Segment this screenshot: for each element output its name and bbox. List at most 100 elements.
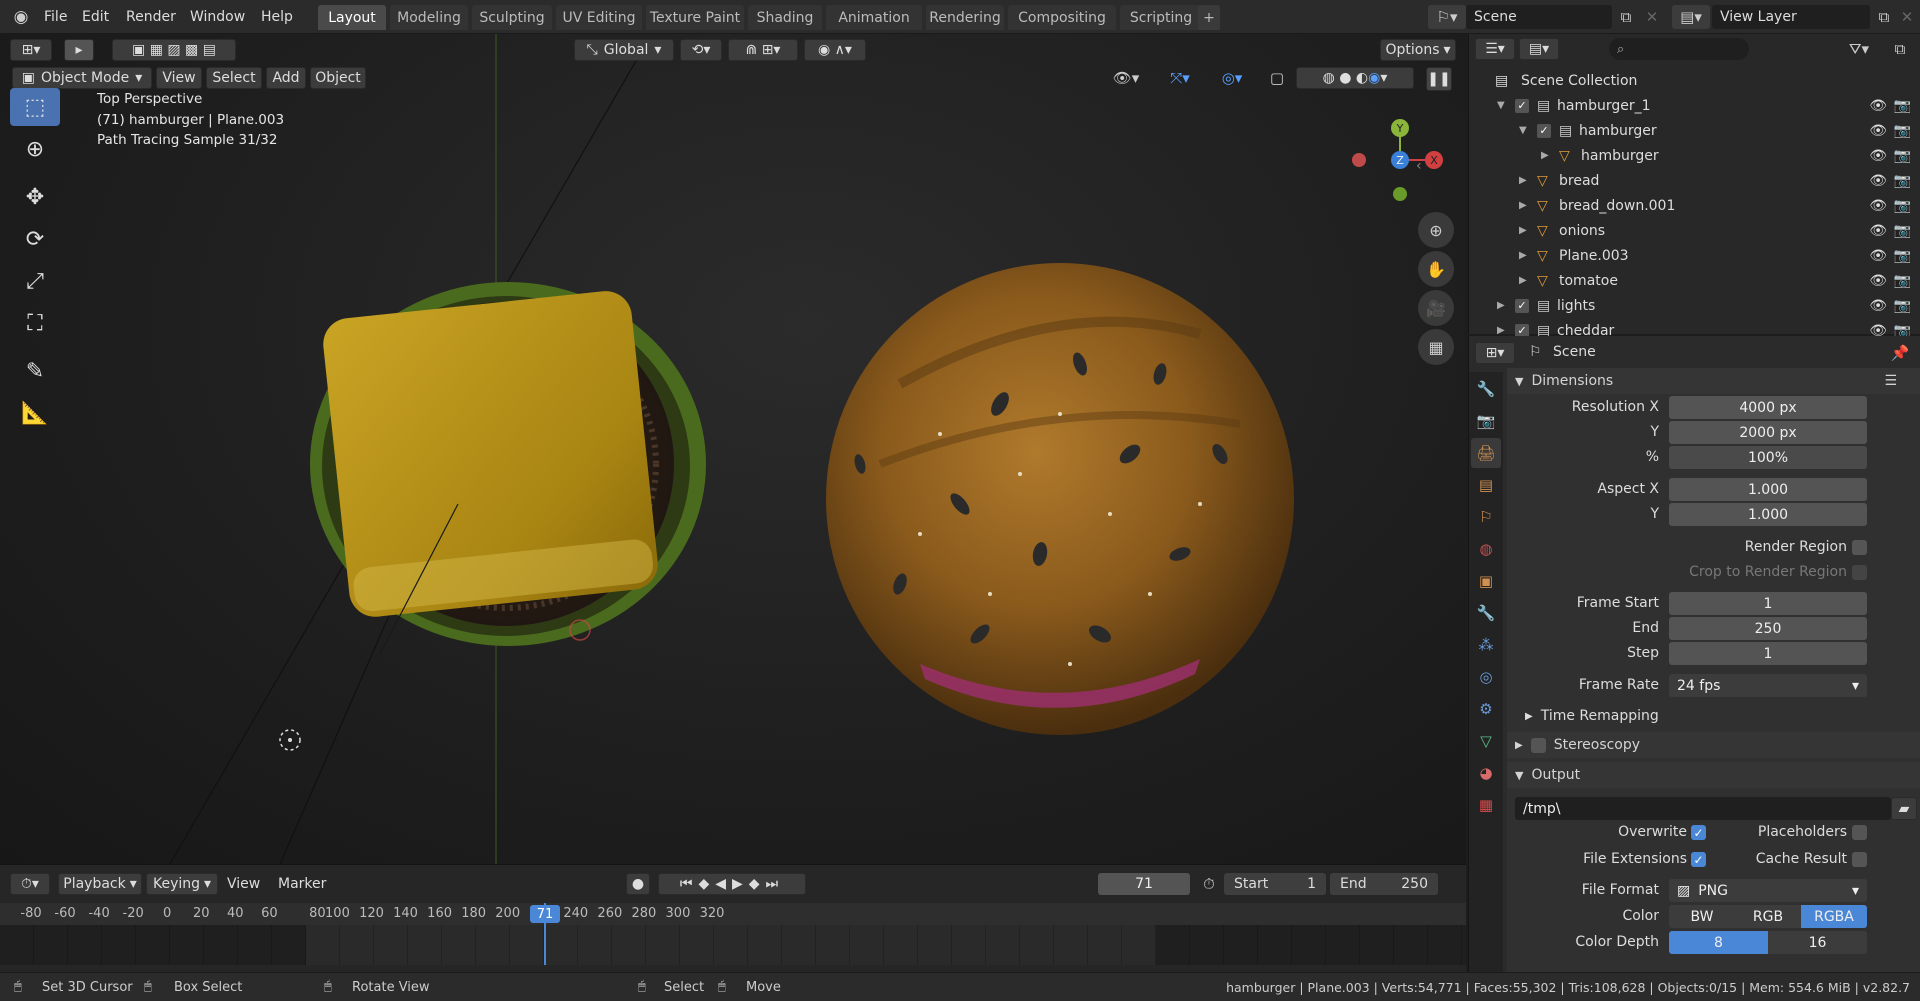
select-box-icon[interactable]: ⬚	[10, 88, 60, 126]
end-frame-field[interactable]: End 250	[1330, 873, 1438, 895]
tab-animation[interactable]: Animation	[826, 5, 922, 30]
eye-icon[interactable]: 👁	[1869, 98, 1887, 114]
collection-checkbox[interactable]: ✓	[1515, 298, 1529, 313]
options-dropdown[interactable]: Options ▾	[1380, 39, 1456, 61]
frame-ruler[interactable]: -80 -60 -40 -20 0 20 40 60 80 100 120 140 160 180 200 2…	[0, 903, 1466, 925]
outliner-row[interactable]: ▶ ▽ tomatoe 👁 📷	[1469, 268, 1920, 293]
placeholders-checkbox[interactable]	[1852, 825, 1867, 840]
expand-icon[interactable]: ▼	[1497, 100, 1505, 111]
physics-tab-icon[interactable]: ◎	[1471, 662, 1501, 692]
blender-logo-icon[interactable]: ◉	[8, 6, 34, 28]
outliner-row[interactable]: ▼ ✓ ▤ hamburger 👁 📷	[1469, 118, 1920, 143]
tab-modeling[interactable]: Modeling	[390, 5, 468, 30]
clock-icon[interactable]: ⏱	[1198, 873, 1220, 895]
eye-icon[interactable]: 👁	[1869, 123, 1887, 139]
expand-right-icon[interactable]: ▶	[1497, 300, 1505, 311]
eye-icon[interactable]: 👁	[1869, 248, 1887, 264]
camera-icon[interactable]: 📷	[1894, 123, 1911, 139]
tab-rendering[interactable]: Rendering	[926, 5, 1004, 30]
render-tab-icon[interactable]: 📷	[1471, 406, 1501, 436]
playback-controls-icons[interactable]: ⏮◆◀▶◆⏭	[658, 873, 806, 895]
outliner-row[interactable]: ▶ ▽ bread_down.001 👁 📷	[1469, 193, 1920, 218]
tab-texture-paint[interactable]: Texture Paint	[646, 5, 744, 30]
menu-view[interactable]: View	[156, 67, 202, 89]
current-frame-field[interactable]: 71	[1098, 873, 1190, 895]
frame-rate-dropdown[interactable]: 24 fps ▾	[1669, 674, 1867, 697]
expand-right-icon[interactable]: ▶	[1497, 325, 1505, 336]
scene-selector-icon[interactable]: ⚐▾	[1428, 5, 1466, 29]
resolution-percent-field[interactable]: 100%	[1669, 446, 1867, 469]
new-collection-icon[interactable]: ⧉	[1887, 38, 1913, 60]
view-layer-tab-icon[interactable]: ▤	[1471, 470, 1501, 500]
timeline-editor-type-icon[interactable]: ⏱▾	[10, 873, 50, 895]
color-rgb-option[interactable]: RGB	[1735, 905, 1801, 928]
outliner-search-input[interactable]: ⌕	[1609, 38, 1749, 60]
annotate-tool-icon[interactable]: ✎	[10, 352, 60, 390]
gizmo-toggle-icon[interactable]: ⤧▾	[1158, 67, 1202, 89]
expand-icon[interactable]: ▼	[1515, 375, 1523, 388]
tab-uv-editing[interactable]: UV Editing	[556, 5, 642, 30]
view-layer-selector-icon[interactable]: ▤▾	[1672, 5, 1710, 29]
expand-right-icon[interactable]: ▶	[1519, 250, 1527, 261]
rotate-tool-icon[interactable]: ⟳	[10, 220, 60, 258]
new-scene-icon[interactable]: ⧉	[1614, 5, 1638, 29]
file-format-dropdown[interactable]: ▨ PNG ▾	[1669, 879, 1867, 902]
resolution-x-field[interactable]: 4000 px	[1669, 396, 1867, 419]
stereoscopy-header[interactable]: Stereoscopy	[1554, 737, 1640, 753]
collapse-sidebar-icon[interactable]: ‹	[1416, 158, 1422, 174]
properties-editor-type-icon[interactable]: ⊞▾	[1475, 342, 1515, 364]
properties-panel[interactable]: ⊞▾ ⚐ Scene 📌 🔧 📷 🖨 ▤ ⚐ ◍ ▣ 🔧 ⁂ ◎ ⚙ ▽ ◕ ▦…	[1468, 336, 1920, 972]
expand-right-icon[interactable]: ▶	[1519, 175, 1527, 186]
shading-modes-icons[interactable]: ◍ ● ◐ ◉ ▾	[1296, 67, 1414, 89]
playback-menu[interactable]: Playback ▾	[58, 873, 142, 895]
snap-icon[interactable]: ⋒ ⊞▾	[728, 39, 798, 61]
output-path-input[interactable]: /tmp\	[1515, 797, 1891, 820]
color-bw-option[interactable]: BW	[1669, 905, 1735, 928]
new-view-layer-icon[interactable]: ⧉	[1872, 5, 1896, 29]
camera-view-icon[interactable]: 🎥	[1418, 290, 1454, 326]
outliner-editor-type-icon[interactable]: ☰▾	[1475, 38, 1515, 60]
delete-scene-icon[interactable]: ✕	[1640, 5, 1664, 29]
frame-step-field[interactable]: 1	[1669, 642, 1867, 665]
cache-result-checkbox[interactable]	[1852, 852, 1867, 867]
camera-icon[interactable]: 📷	[1894, 148, 1911, 164]
menu-render[interactable]: Render	[126, 0, 176, 34]
frame-end-field[interactable]: 250	[1669, 617, 1867, 640]
eye-icon[interactable]: 👁	[1869, 198, 1887, 214]
tab-sculpting[interactable]: Sculpting	[472, 5, 552, 30]
menu-add[interactable]: Add	[266, 67, 306, 89]
expand-right-icon[interactable]: ▶	[1515, 740, 1523, 751]
aspect-y-field[interactable]: 1.000	[1669, 503, 1867, 526]
visibility-icon[interactable]: 👁▾	[1106, 67, 1146, 89]
outliner-row[interactable]: ▶ ▽ Plane.003 👁 📷	[1469, 243, 1920, 268]
folder-icon[interactable]: ▰	[1891, 797, 1917, 820]
world-tab-icon[interactable]: ◍	[1471, 534, 1501, 564]
camera-icon[interactable]: 📷	[1894, 223, 1911, 239]
material-tab-icon[interactable]: ◕	[1471, 758, 1501, 788]
move-tool-icon[interactable]: ✥	[10, 178, 60, 216]
output-tab-icon[interactable]: 🖨	[1471, 438, 1501, 468]
camera-icon[interactable]: 📷	[1894, 273, 1911, 289]
overlays-icon[interactable]: ◎▾	[1210, 67, 1254, 89]
object-tab-icon[interactable]: ▣	[1471, 566, 1501, 596]
color-depth-8-option[interactable]: 8	[1669, 931, 1768, 954]
outliner-panel[interactable]: ☰▾ ▤▾ ⌕ ⛛▾ ⧉ ▤ Scene Collection ▼ ✓ ▤ hambu…	[1468, 34, 1920, 339]
color-depth-16-option[interactable]: 16	[1768, 931, 1867, 954]
outliner-row[interactable]: ▶ ▽ onions 👁 📷	[1469, 218, 1920, 243]
collection-checkbox[interactable]: ✓	[1515, 98, 1529, 113]
tab-compositing[interactable]: Compositing	[1008, 5, 1116, 30]
menu-object[interactable]: Object	[310, 67, 366, 89]
display-mode-icon[interactable]: ▤▾	[1519, 38, 1559, 60]
texture-tab-icon[interactable]: ▦	[1471, 790, 1501, 820]
tab-scripting[interactable]: Scripting	[1120, 5, 1202, 30]
keying-menu[interactable]: Keying ▾	[146, 873, 218, 895]
data-tab-icon[interactable]: ▽	[1471, 726, 1501, 756]
outliner-row[interactable]: ▶ ✓ ▤ lights 👁 📷	[1469, 293, 1920, 318]
filter-icon[interactable]: ⛛▾	[1839, 38, 1879, 60]
pin-icon[interactable]: 📌	[1889, 342, 1911, 364]
expand-right-icon[interactable]: ▶	[1541, 150, 1549, 161]
select-tool-icon[interactable]: ▸	[64, 39, 94, 61]
eye-icon[interactable]: 👁	[1869, 173, 1887, 189]
output-header[interactable]: Output	[1531, 767, 1580, 783]
file-extensions-checkbox[interactable]: ✓	[1691, 852, 1706, 867]
